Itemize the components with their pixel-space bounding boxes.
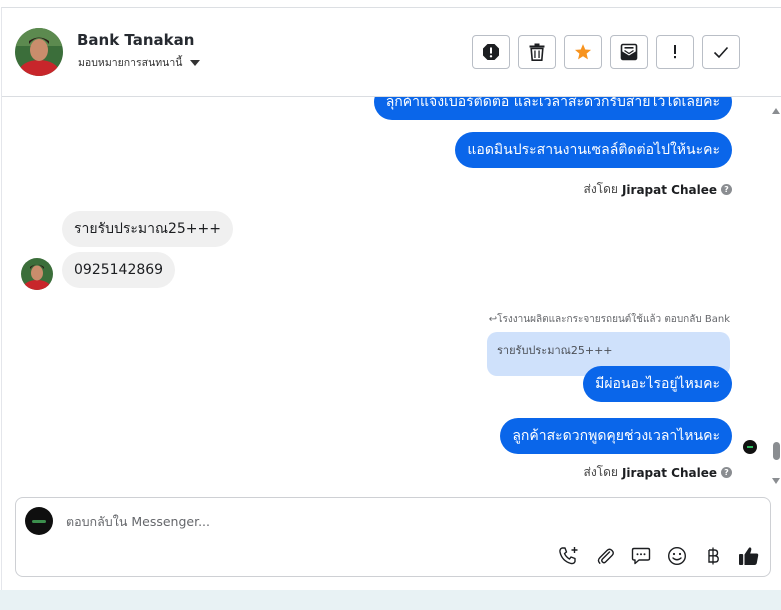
page-avatar <box>25 507 53 535</box>
outgoing-message[interactable]: มีผ่อนอะไรอยู่ไหมคะ <box>583 366 732 402</box>
header-actions <box>472 35 740 69</box>
conversation-panel: Bank Tanakan มอบหมายการสนทนานี้ ลุกค้าแจ… <box>1 7 781 591</box>
payment-baht-icon <box>708 547 719 565</box>
star-icon <box>574 44 592 60</box>
sent-by-label: ส่งโดย Jirapat Chalee ? <box>583 463 732 482</box>
check-icon <box>713 46 729 59</box>
report-button[interactable] <box>472 35 510 69</box>
like-icon <box>739 547 759 565</box>
saved-replies-icon <box>631 547 651 565</box>
contact-avatar-small[interactable] <box>21 258 53 290</box>
caret-down-icon <box>190 59 201 66</box>
attach-icon <box>597 548 614 564</box>
like-button[interactable] <box>738 545 760 567</box>
sent-by-label: ส่งโดย Jirapat Chalee ? <box>583 180 732 199</box>
add-call-icon <box>559 547 578 565</box>
delete-button[interactable] <box>518 35 556 69</box>
report-icon <box>483 44 499 60</box>
emoji-button[interactable] <box>666 545 688 567</box>
reply-input[interactable] <box>64 513 668 530</box>
info-icon[interactable]: ? <box>721 184 732 195</box>
incoming-message[interactable]: 0925142869 <box>62 252 176 288</box>
outgoing-message[interactable]: แอดมินประสานงานเซลล์ติดต่อไปให้นะคะ <box>455 132 732 168</box>
scroll-thumb[interactable] <box>773 442 780 460</box>
outgoing-message[interactable]: ลูกค้าสะดวกพูดคุยช่วงเวลาไหนคะ <box>500 418 732 454</box>
reply-composer <box>15 497 771 577</box>
attach-button[interactable] <box>594 545 616 567</box>
scroll-down-arrow-icon[interactable] <box>772 478 780 484</box>
assign-label: มอบหมายการสนทนานี้ <box>78 57 183 69</box>
trash-icon <box>529 43 545 61</box>
composer-tools <box>558 545 760 567</box>
sent-by-prefix: ส่งโดย <box>583 182 618 196</box>
assign-conversation-dropdown[interactable]: มอบหมายการสนทนานี้ <box>78 54 201 71</box>
mark-important-button[interactable] <box>656 35 694 69</box>
scroll-up-arrow-icon[interactable] <box>772 108 780 114</box>
sender-name: Jirapat Chalee <box>621 465 717 480</box>
mark-unread-icon <box>620 43 638 61</box>
mark-unread-button[interactable] <box>610 35 648 69</box>
exclamation-icon <box>674 45 676 59</box>
sent-by-prefix: ส่งโดย <box>583 465 618 479</box>
page-footer-strip <box>0 590 781 610</box>
outgoing-message[interactable]: ลุกค้าแจ้งเบอร์ติดต่อ และเวลาสะดวกรับสาย… <box>373 97 732 120</box>
star-button[interactable] <box>564 35 602 69</box>
chat-scrollbar[interactable] <box>770 100 781 492</box>
sender-name: Jirapat Chalee <box>621 182 717 197</box>
reply-context: ↩โรงงานผลิตและกระจายรถยนต์ใช้แล้ว ตอบกลั… <box>488 314 730 325</box>
incoming-message[interactable]: รายรับประมาณ25+++ <box>62 211 233 247</box>
saved-replies-button[interactable] <box>630 545 652 567</box>
contact-name[interactable]: Bank Tanakan <box>77 31 194 49</box>
conversation-header: Bank Tanakan มอบหมายการสนทนานี้ <box>2 8 781 97</box>
payment-button[interactable] <box>702 545 724 567</box>
contact-avatar[interactable] <box>15 28 63 76</box>
emoji-icon <box>667 546 687 566</box>
message-thread[interactable]: ลุกค้าแจ้งเบอร์ติดต่อ และเวลาสะดวกรับสาย… <box>2 97 772 492</box>
info-icon[interactable]: ? <box>721 467 732 478</box>
seen-avatar-icon <box>743 440 757 454</box>
mark-done-button[interactable] <box>702 35 740 69</box>
add-call-button[interactable] <box>558 545 580 567</box>
